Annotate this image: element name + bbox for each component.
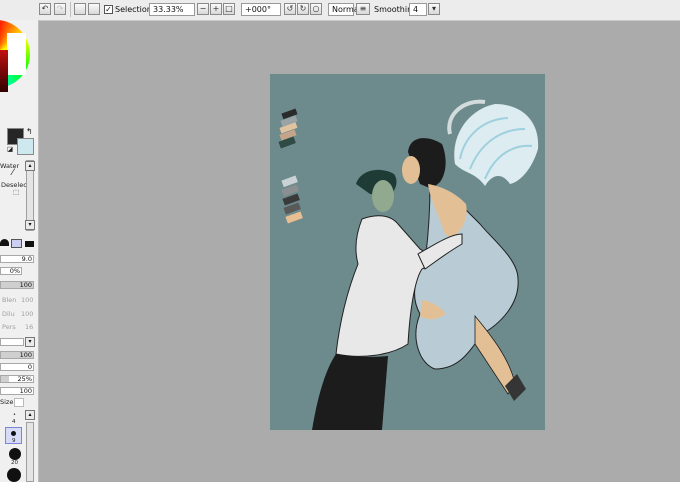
background-color[interactable]: [17, 138, 34, 155]
undo-icon[interactable]: ↶: [39, 3, 51, 15]
zoom-in-icon[interactable]: +: [210, 3, 222, 15]
dilution-value[interactable]: 100: [21, 310, 33, 318]
deselect-icon[interactable]: [74, 3, 86, 15]
brush-shape-flat-icon[interactable]: [25, 241, 34, 247]
invert-selection-icon[interactable]: [88, 3, 100, 15]
persistence-value[interactable]: 16: [25, 323, 33, 331]
swap-colors-icon[interactable]: ↰: [26, 127, 33, 136]
value-d-slider[interactable]: 100: [0, 387, 34, 395]
brush-size-label: 9: [12, 438, 16, 444]
eyedropper-icon[interactable]: ⁄: [12, 168, 14, 178]
smoothing-field[interactable]: 4: [409, 3, 427, 16]
artwork: [278, 99, 539, 430]
selection-checkbox[interactable]: ✓: [104, 5, 113, 14]
brush-size-field[interactable]: 9.0: [0, 255, 34, 263]
value-c-slider[interactable]: 25%: [0, 375, 34, 383]
brush-size-dot-large[interactable]: [9, 448, 21, 460]
flip-icon[interactable]: ≡: [356, 3, 370, 15]
size-checkbox[interactable]: [14, 398, 24, 407]
value-a-slider[interactable]: 100: [0, 351, 34, 359]
texture-select[interactable]: [0, 338, 24, 346]
angel-wings: [447, 99, 539, 186]
blend-mode-select[interactable]: Normal: [328, 3, 361, 16]
water-tool-label[interactable]: Water: [0, 162, 19, 170]
toolbar: ↶ ↷ ✓ Selection 33.33% − + □ +000° ↺ ↻ ○…: [0, 0, 680, 21]
brush-shape-round-icon[interactable]: [0, 239, 9, 246]
brush-size-dot-xlarge[interactable]: [7, 468, 21, 482]
brush-size-label: 20: [11, 460, 18, 466]
rotate-right-icon[interactable]: ↻: [297, 3, 309, 15]
blending-value[interactable]: 100: [21, 296, 33, 304]
brush-size-small-dot[interactable]: •: [13, 412, 16, 418]
min-size-field[interactable]: 0%: [0, 267, 22, 275]
zoom-field[interactable]: 33.33%: [149, 3, 195, 16]
redo-icon[interactable]: ↷: [54, 3, 66, 15]
zoom-reset-icon[interactable]: □: [223, 3, 235, 15]
rotate-reset-icon[interactable]: ○: [310, 3, 322, 15]
size-label: Size: [0, 398, 14, 406]
color-palette-bottom[interactable]: [281, 175, 303, 224]
texture-dropdown-icon[interactable]: ▾: [25, 337, 35, 347]
selection-label: Selection: [115, 5, 152, 14]
density-slider[interactable]: 100: [0, 281, 34, 289]
saturation-value-square[interactable]: [0, 50, 8, 92]
brush-size-scrollbar[interactable]: [26, 422, 34, 482]
brush-size-dot: [11, 431, 16, 436]
separator: [70, 2, 71, 17]
zoom-out-icon[interactable]: −: [197, 3, 209, 15]
drawing-canvas[interactable]: [270, 74, 545, 430]
rotate-left-icon[interactable]: ↺: [284, 3, 296, 15]
color-wheel-center: [7, 33, 26, 75]
tool-scroll-up-icon[interactable]: ▴: [25, 161, 35, 171]
persistence-label: Pers: [2, 323, 16, 331]
brush-size-label: 4: [12, 419, 16, 425]
blending-label: Blen: [2, 296, 17, 304]
color-palette-top[interactable]: [278, 108, 298, 149]
tool-scroll-down-icon[interactable]: ▾: [25, 220, 35, 230]
rotation-field[interactable]: +000°: [241, 3, 281, 16]
transparent-color-icon[interactable]: ◪: [7, 145, 13, 153]
value-b-slider[interactable]: 0: [0, 363, 34, 371]
size-scroll-up-icon[interactable]: ▴: [25, 410, 35, 420]
tool-panel: ↰ ◪ Water ⁄ Deselect ⬚ ▴ ▾ 9.0 0% 100 Bl…: [0, 20, 39, 482]
brush-shape-soft-icon[interactable]: [11, 239, 22, 248]
smoothing-dropdown-icon[interactable]: ▾: [428, 3, 440, 15]
deselect-tool-icon[interactable]: ⬚: [13, 188, 19, 196]
dilution-label: Dilu: [2, 310, 15, 318]
